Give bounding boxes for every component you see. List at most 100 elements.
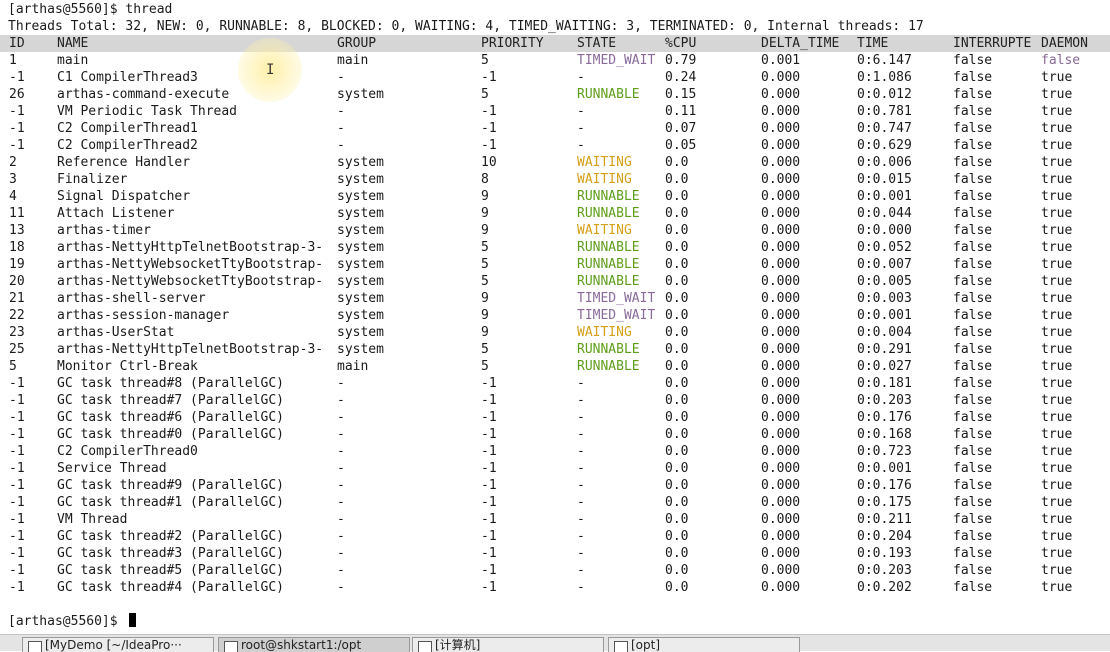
cell-interrupted: false bbox=[953, 121, 993, 136]
cell-interrupted: false bbox=[953, 291, 993, 306]
cell-delta-time: 0.000 bbox=[761, 342, 801, 357]
cell-delta-time: 0.000 bbox=[761, 461, 801, 476]
cell-group: - bbox=[337, 104, 345, 119]
cell-group: system bbox=[337, 223, 384, 238]
cell-id: 19 bbox=[9, 257, 25, 272]
cell-cpu: 0.0 bbox=[665, 563, 689, 578]
cell-state: TIMED_WAIT bbox=[577, 308, 656, 323]
cell-time: 0:0.723 bbox=[857, 444, 912, 459]
cell-name: GC task thread#6 (ParallelGC) bbox=[57, 410, 284, 425]
cell-daemon: true bbox=[1041, 240, 1073, 255]
cell-priority: -1 bbox=[481, 512, 497, 527]
cell-daemon: true bbox=[1041, 155, 1073, 170]
cell-interrupted: false bbox=[953, 325, 993, 340]
cell-group: system bbox=[337, 189, 384, 204]
cell-interrupted: false bbox=[953, 53, 993, 68]
column-header-daemon: DAEMON bbox=[1041, 36, 1088, 51]
cell-delta-time: 0.000 bbox=[761, 427, 801, 442]
cell-group: main bbox=[337, 53, 369, 68]
cell-cpu: 0.0 bbox=[665, 274, 689, 289]
cell-interrupted: false bbox=[953, 87, 993, 102]
cell-time: 0:0.168 bbox=[857, 427, 912, 442]
cell-name: Service Thread bbox=[57, 461, 167, 476]
cell-delta-time: 0.000 bbox=[761, 546, 801, 561]
cell-state: WAITING bbox=[577, 325, 632, 340]
cell-priority: 9 bbox=[481, 189, 489, 204]
cell-cpu: 0.0 bbox=[665, 580, 689, 595]
cell-state: - bbox=[577, 70, 585, 85]
cell-priority: -1 bbox=[481, 70, 497, 85]
cell-id: 3 bbox=[9, 172, 17, 187]
cell-priority: -1 bbox=[481, 461, 497, 476]
cell-cpu: 0.0 bbox=[665, 461, 689, 476]
intellij-icon bbox=[28, 641, 42, 652]
cell-interrupted: false bbox=[953, 138, 993, 153]
cell-delta-time: 0.000 bbox=[761, 495, 801, 510]
cell-daemon: true bbox=[1041, 70, 1073, 85]
cell-interrupted: false bbox=[953, 427, 993, 442]
cell-delta-time: 0.000 bbox=[761, 325, 801, 340]
cell-cpu: 0.0 bbox=[665, 393, 689, 408]
cell-state: RUNNABLE bbox=[577, 257, 640, 272]
cell-time: 0:0.211 bbox=[857, 512, 912, 527]
cell-time: 0:0.001 bbox=[857, 461, 912, 476]
cell-group: - bbox=[337, 376, 345, 391]
cell-group: - bbox=[337, 427, 345, 442]
cell-interrupted: false bbox=[953, 495, 993, 510]
cell-name: GC task thread#5 (ParallelGC) bbox=[57, 563, 284, 578]
cell-cpu: 0.0 bbox=[665, 342, 689, 357]
computer-icon bbox=[418, 641, 432, 652]
cell-priority: -1 bbox=[481, 580, 497, 595]
cell-id: -1 bbox=[9, 444, 25, 459]
cell-state: RUNNABLE bbox=[577, 87, 640, 102]
cell-id: 13 bbox=[9, 223, 25, 238]
cell-id: -1 bbox=[9, 70, 25, 85]
cell-name: GC task thread#0 (ParallelGC) bbox=[57, 427, 284, 442]
column-header-id: ID bbox=[9, 36, 25, 51]
cell-daemon: true bbox=[1041, 274, 1073, 289]
cell-interrupted: false bbox=[953, 444, 993, 459]
cell-interrupted: false bbox=[953, 393, 993, 408]
cell-name: arthas-shell-server bbox=[57, 291, 206, 306]
cell-cpu: 0.0 bbox=[665, 529, 689, 544]
cell-name: GC task thread#4 (ParallelGC) bbox=[57, 580, 284, 595]
cell-delta-time: 0.000 bbox=[761, 512, 801, 527]
cell-delta-time: 0.000 bbox=[761, 223, 801, 238]
cell-daemon: true bbox=[1041, 257, 1073, 272]
cell-group: - bbox=[337, 563, 345, 578]
cell-delta-time: 0.000 bbox=[761, 308, 801, 323]
cell-cpu: 0.0 bbox=[665, 257, 689, 272]
cell-time: 0:0.000 bbox=[857, 223, 912, 238]
cell-state: TIMED_WAIT bbox=[577, 53, 656, 68]
cell-cpu: 0.0 bbox=[665, 325, 689, 340]
cell-id: -1 bbox=[9, 376, 25, 391]
column-header-delta-time: DELTA_TIME bbox=[761, 36, 840, 51]
cell-priority: 5 bbox=[481, 240, 489, 255]
cell-interrupted: false bbox=[953, 223, 993, 238]
cell-interrupted: false bbox=[953, 529, 993, 544]
cell-state: - bbox=[577, 393, 585, 408]
cell-cpu: 0.79 bbox=[665, 53, 697, 68]
cell-group: - bbox=[337, 478, 345, 493]
cell-cpu: 0.0 bbox=[665, 444, 689, 459]
cell-cpu: 0.0 bbox=[665, 427, 689, 442]
cell-daemon: true bbox=[1041, 104, 1073, 119]
cell-name: C2 CompilerThread0 bbox=[57, 444, 198, 459]
cell-priority: -1 bbox=[481, 376, 497, 391]
cell-daemon: true bbox=[1041, 87, 1073, 102]
cell-state: - bbox=[577, 580, 585, 595]
cell-time: 0:0.004 bbox=[857, 325, 912, 340]
cell-daemon: true bbox=[1041, 461, 1073, 476]
cell-name: VM Periodic Task Thread bbox=[57, 104, 238, 119]
cell-daemon: true bbox=[1041, 563, 1073, 578]
cell-interrupted: false bbox=[953, 274, 993, 289]
column-header-group: GROUP bbox=[337, 36, 377, 51]
cell-delta-time: 0.000 bbox=[761, 478, 801, 493]
cell-time: 0:0.291 bbox=[857, 342, 912, 357]
cell-id: -1 bbox=[9, 410, 25, 425]
cell-name: arthas-timer bbox=[57, 223, 151, 238]
cell-daemon: true bbox=[1041, 393, 1073, 408]
input-line[interactable]: [arthas@5560]$ bbox=[8, 613, 137, 630]
cell-daemon: true bbox=[1041, 342, 1073, 357]
terminal-window[interactable]: [arthas@5560]$ thread Threads Total: 32,… bbox=[0, 0, 1110, 634]
